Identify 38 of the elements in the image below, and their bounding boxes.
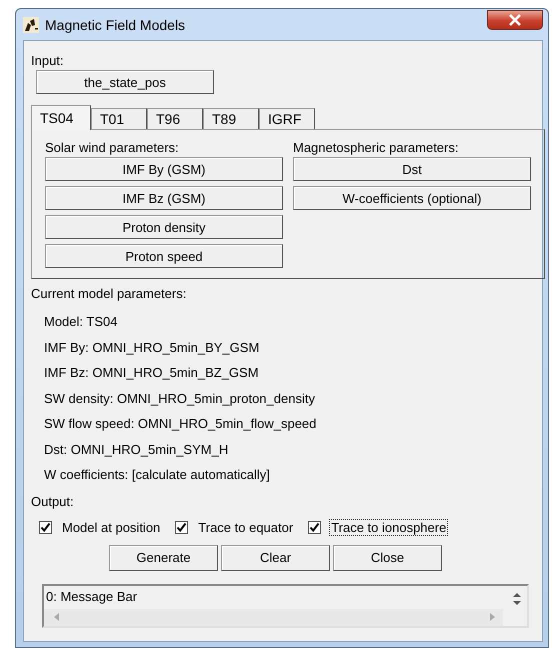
checkbox-label[interactable]: Trace to ionosphere — [329, 518, 448, 536]
tab[interactable]: T96 — [147, 108, 203, 129]
checkbox[interactable] — [39, 520, 52, 534]
tab[interactable]: T01 — [91, 108, 147, 129]
tab[interactable]: T89 — [203, 108, 259, 129]
solar-wind-label: Solar wind parameters: — [45, 140, 180, 155]
tab[interactable]: IGRF — [259, 108, 315, 129]
parameter-button[interactable]: IMF By (GSM) — [45, 157, 283, 181]
parameter-text: W coefficients: [calculate automatically] — [44, 466, 271, 484]
parameter-text: SW density: OMNI_HRO_5min_proton_density — [44, 390, 316, 407]
message-text: 0: Message Bar — [45, 588, 138, 604]
action-button[interactable]: Clear — [221, 544, 330, 570]
parameter-button[interactable]: Proton density — [45, 215, 283, 239]
input-button[interactable]: the_state_pos — [36, 70, 214, 94]
output-label: Output: — [31, 494, 75, 508]
section-label: Current model parameters: — [31, 286, 188, 301]
action-button[interactable]: Close — [333, 544, 442, 570]
parameter-text: Model: TS04 — [44, 313, 118, 330]
parameter-text: SW flow speed: OMNI_HRO_5min_flow_speed — [44, 415, 318, 432]
close-button[interactable] — [487, 10, 543, 30]
action-button[interactable]: Generate — [109, 544, 218, 570]
app-icon — [23, 16, 39, 32]
close-icon — [508, 14, 522, 26]
parameter-button[interactable]: W-coefficients (optional) — [293, 186, 531, 210]
tab[interactable]: TS04 — [31, 105, 91, 130]
parameter-button[interactable]: IMF Bz (GSM) — [45, 186, 283, 210]
parameter-text: IMF By: OMNI_HRO_5min_BY_GSM — [44, 338, 260, 356]
magnetospheric-label: Magnetospheric parameters: — [293, 140, 460, 155]
parameter-button[interactable]: Proton speed — [45, 244, 283, 268]
input-label: Input: — [31, 53, 65, 68]
checkbox[interactable] — [175, 520, 188, 534]
checkbox[interactable] — [308, 520, 322, 534]
checkbox-label[interactable]: Trace to equator — [196, 518, 296, 536]
parameter-text: Dst: OMNI_HRO_5min_SYM_H — [44, 440, 230, 458]
parameter-button[interactable]: Dst — [293, 157, 531, 181]
window-title: Magnetic Field Models — [45, 16, 186, 32]
checkbox-label[interactable]: Model at position — [60, 518, 162, 536]
parameter-text: IMF Bz: OMNI_HRO_5min_BZ_GSM — [44, 364, 260, 382]
